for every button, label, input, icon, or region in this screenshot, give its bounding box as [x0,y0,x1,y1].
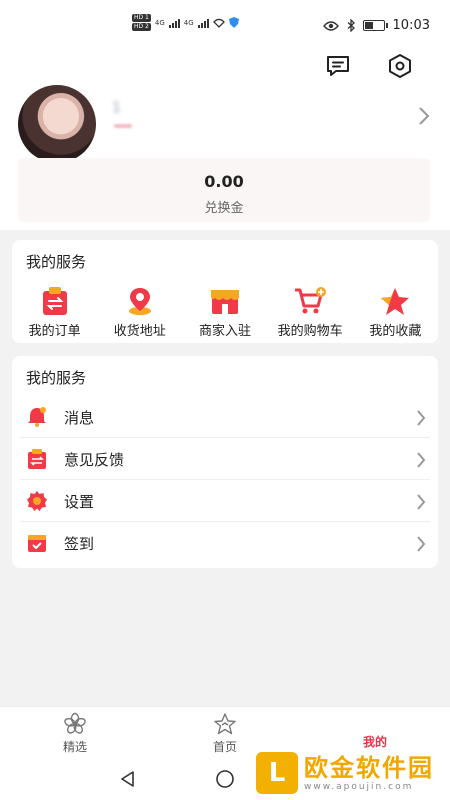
service-merchant[interactable]: 商家入驻 [182,284,267,340]
sim1-badge: HD 1 [132,14,151,22]
nav-home-button[interactable] [214,768,236,790]
tab-label: 首页 [212,740,237,754]
clock: 10:03 [392,18,430,33]
chevron-right-icon [417,536,426,552]
service-label: 收货地址 [113,324,166,339]
bell-icon [28,407,46,427]
list-item-label: 意见反馈 [64,451,125,469]
flower-icon [64,712,86,734]
profile-header: 1 0.00 兑换金 [0,48,450,230]
status-bar: HD 1 HD 2 4G 4G 10:03 [0,0,450,48]
home-star-icon [214,713,236,735]
circle-home-icon [216,770,234,788]
system-indicators: 10:03 [322,18,430,33]
tab-featured[interactable]: 精选 [0,707,150,759]
service-favorites[interactable]: 我的收藏 [353,284,438,340]
cart-icon [295,287,327,314]
signal-icon-2 [197,18,209,28]
service-cart[interactable]: 我的购物车 [268,284,353,340]
sim2-badge: HD 2 [132,23,151,31]
profile-chevron[interactable] [418,106,430,130]
settings-card: 我的服务 消息 意见反馈 设置 签到 [12,356,438,568]
chevron-right-icon [417,494,426,510]
watermark-title: 欧金软件园 [304,754,434,782]
order-icon [42,287,67,315]
feedback-icon [28,449,46,469]
tab-label: 精选 [62,740,87,754]
list-item-label: 设置 [64,493,95,511]
settings-button[interactable] [386,52,414,80]
eye-icon [322,20,339,31]
username: 1 [112,100,153,116]
service-label: 我的购物车 [277,324,343,339]
triangle-back-icon [121,771,134,787]
list-item-messages[interactable]: 消息 [20,396,430,438]
bluetooth-icon [347,19,355,32]
list-item-label: 签到 [64,535,95,553]
network-indicators: HD 1 HD 2 4G 4G [132,14,239,31]
service-orders[interactable]: 我的订单 [12,284,97,340]
star-icon [381,288,410,315]
shield-icon [228,17,239,28]
balance-label: 兑换金 [204,201,244,216]
message-button[interactable] [324,52,352,80]
balance-card[interactable]: 0.00 兑换金 [18,158,430,222]
list-item-settings[interactable]: 设置 [20,480,430,522]
services-card: 我的服务 我的订单 收货地址 商家入驻 我的购物车 我的收藏 [12,240,438,343]
battery-icon [362,20,388,31]
chevron-right-icon [417,410,426,426]
list-item-feedback[interactable]: 意见反馈 [20,438,430,480]
nav-back-button[interactable] [117,768,139,790]
service-address[interactable]: 收货地址 [97,284,182,340]
services-title: 我的服务 [26,253,87,271]
list-item-checkin[interactable]: 签到 [20,522,430,564]
network-type-1: 4G [154,18,165,27]
balance-value: 0.00 [204,172,244,191]
service-label: 商家入驻 [198,324,251,339]
service-label: 我的订单 [28,324,81,339]
avatar[interactable] [18,85,96,163]
watermark-logo: L [256,752,298,794]
list-item-label: 消息 [64,409,95,427]
chat-bubble-icon [327,56,349,76]
chevron-right-icon [417,452,426,468]
settings-title: 我的服务 [26,369,87,387]
gear-icon [27,491,47,511]
wifi-icon [212,18,225,28]
user-level-badge [114,124,132,128]
checkin-icon [28,535,46,552]
network-type-2: 4G [183,18,194,27]
hexagon-settings-icon [389,54,411,78]
service-label: 我的收藏 [369,324,422,339]
store-icon [210,290,239,314]
signal-icon [168,18,180,28]
chevron-right-icon [419,107,430,125]
watermark-url: www.apoujin.com [304,782,414,792]
watermark: L 欧金软件园 www.apoujin.com [252,748,448,798]
location-pin-icon [128,288,151,315]
